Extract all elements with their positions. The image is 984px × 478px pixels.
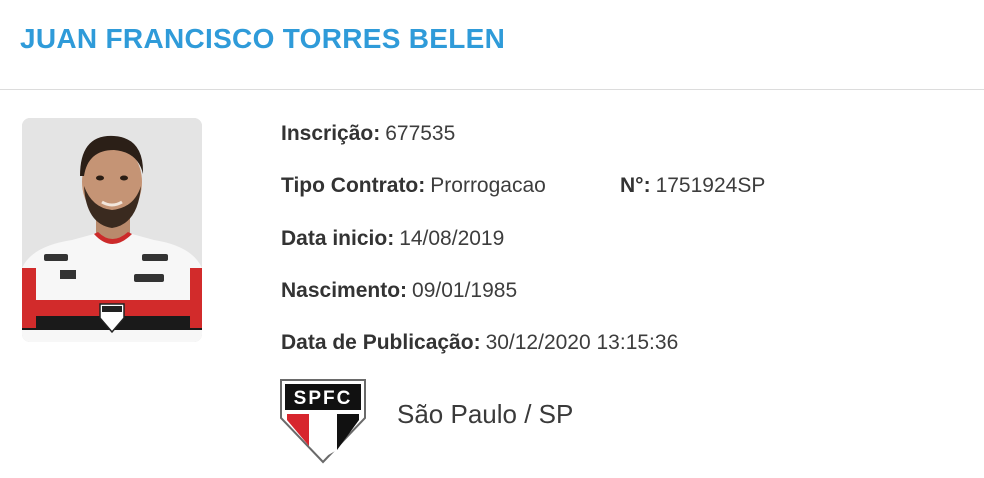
crest-text: SPFC: [294, 388, 353, 409]
data-publicacao-value: 30/12/2020 13:15:36: [485, 331, 679, 354]
spfc-crest-icon: SPFC: [279, 378, 367, 464]
nascimento-row: Nascimento: 09/01/1985: [281, 277, 517, 305]
inscricao-value: 677535: [385, 122, 456, 145]
inscricao-label: Inscrição:: [281, 122, 381, 145]
tipo-contrato-label: Tipo Contrato:: [281, 174, 426, 197]
player-registration-page: JUAN FRANCISCO TORRES BELEN Inscrição: 6…: [0, 0, 984, 478]
inscricao-row: Inscrição: 677535: [281, 120, 455, 148]
numero-value: 1751924SP: [655, 174, 766, 197]
data-inicio-value: 14/08/2019: [399, 227, 505, 250]
data-publicacao-label: Data de Publicação:: [281, 331, 481, 354]
player-photo: [22, 118, 202, 342]
tipo-contrato-value: Prorrogacao: [430, 174, 546, 197]
numero-field: N°: 1751924SP: [620, 172, 765, 200]
nascimento-value: 09/01/1985: [412, 279, 518, 302]
tipo-contrato-row: Tipo Contrato: Prorrogacao N°: 1751924SP: [281, 172, 765, 200]
data-inicio-row: Data inicio: 14/08/2019: [281, 225, 504, 253]
numero-label: N°:: [620, 174, 651, 197]
nascimento-label: Nascimento:: [281, 279, 408, 302]
player-name-title: JUAN FRANCISCO TORRES BELEN: [20, 23, 506, 54]
data-inicio-label: Data inicio:: [281, 227, 395, 250]
data-publicacao-row: Data de Publicação: 30/12/2020 13:15:36: [281, 329, 678, 357]
header-divider: [0, 89, 984, 90]
club-name: São Paulo / SP: [397, 399, 574, 429]
